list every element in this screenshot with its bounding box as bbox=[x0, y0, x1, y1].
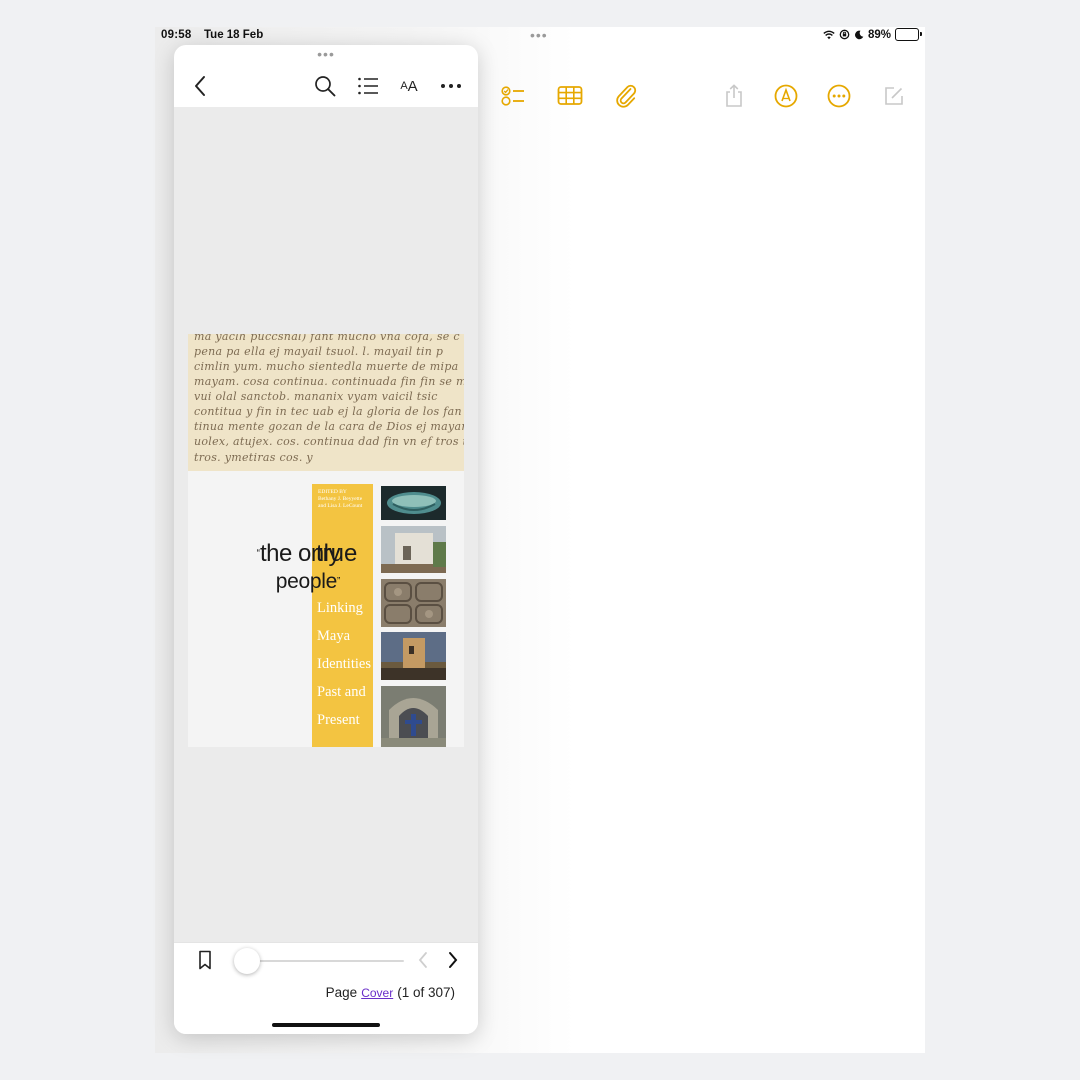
chevron-left-icon bbox=[418, 952, 427, 968]
manuscript-line: uolex, atujex. cos. continua dad fin vn … bbox=[194, 435, 464, 448]
wifi-icon bbox=[823, 30, 835, 39]
ellipsis-icon bbox=[441, 84, 461, 88]
cover-photo-bowl bbox=[381, 486, 446, 520]
reader-footer: Page Cover (1 of 307) bbox=[174, 942, 478, 1034]
more-icon[interactable] bbox=[825, 82, 853, 110]
panel-grabber[interactable]: ••• bbox=[174, 47, 478, 61]
cover-title-people: people bbox=[275, 570, 338, 593]
book-page-viewport[interactable]: ma yaclh puccsnal) fant mucho vna cofa, … bbox=[174, 107, 478, 943]
text-size-big-a: A bbox=[407, 77, 418, 95]
table-icon[interactable] bbox=[556, 82, 584, 110]
text-size-button[interactable]: AA bbox=[396, 71, 422, 101]
page-link-cover[interactable]: Cover bbox=[361, 986, 393, 1000]
book-reader-panel: ••• AA ma yaclh puccsnal) fant mucho vna… bbox=[174, 45, 478, 1034]
manuscript-line: pena pa ella ej mayail tsuol. l. mayail … bbox=[194, 345, 444, 358]
subtitle-word: Present bbox=[317, 712, 360, 728]
cover-photo-building bbox=[381, 526, 446, 573]
cover-title-line1: the only bbox=[259, 540, 341, 567]
multitasking-dots[interactable]: ••• bbox=[530, 27, 548, 43]
status-time: 09:58 bbox=[161, 29, 192, 41]
status-date: Tue 18 Feb bbox=[204, 29, 264, 41]
cover-photo-chapel bbox=[381, 686, 446, 747]
subtitle-word: Linking bbox=[317, 600, 363, 616]
subtitle-word: Past and bbox=[317, 684, 366, 700]
cover-title-line2: people” bbox=[214, 569, 341, 594]
cover-editors: EDITED BY Bethany J. Beyyette and Lisa J… bbox=[318, 489, 363, 509]
status-indicators: 89% bbox=[823, 28, 922, 41]
manuscript-line: cimlin yum. mucho sientedla muerte de mi… bbox=[194, 360, 459, 373]
page-indicator: Page Cover (1 of 307) bbox=[326, 985, 455, 1000]
bookmark-icon bbox=[199, 950, 211, 970]
attachment-icon[interactable] bbox=[612, 82, 640, 110]
manuscript-line: mayam. cosa continua. continuada fin fin… bbox=[194, 375, 464, 388]
battery-icon bbox=[895, 28, 922, 41]
manuscript-line: vui olal sanctob. mananix vyam vaicil ts… bbox=[194, 390, 438, 403]
list-icon bbox=[358, 77, 378, 95]
cover-photo-glyphs bbox=[381, 579, 446, 627]
subtitle-word: Identities bbox=[317, 656, 371, 672]
back-button[interactable] bbox=[188, 71, 212, 101]
manuscript-line: contitua y fin in tec uab ej la gloria d… bbox=[194, 405, 462, 418]
cover-yellow-band: EDITED BY Bethany J. Beyyette and Lisa J… bbox=[312, 484, 373, 747]
markup-icon[interactable] bbox=[772, 82, 800, 110]
cover-photo-ruin bbox=[381, 632, 446, 680]
book-cover: ma yaclh puccsnal) fant mucho vna cofa, … bbox=[188, 334, 464, 747]
moon-icon bbox=[855, 30, 864, 39]
share-icon bbox=[720, 82, 748, 110]
reader-more-button[interactable] bbox=[438, 71, 464, 101]
text-size-small-a: A bbox=[400, 80, 408, 92]
next-page-button[interactable] bbox=[448, 951, 458, 974]
manuscript-line: ma yaclh puccsnal) fant mucho vna cofa, … bbox=[194, 334, 460, 343]
cover-subtitle: Linking Maya Identities Past and Present bbox=[317, 594, 373, 734]
manuscript-line: tros. ymetiras cos. y bbox=[194, 451, 313, 464]
manuscript-line: tinua mente gozan de la cara de Dios ej … bbox=[194, 420, 464, 433]
page-slider-knob[interactable] bbox=[234, 948, 260, 974]
manuscript-image: ma yaclh puccsnal) fant mucho vna cofa, … bbox=[188, 334, 464, 471]
contents-button[interactable] bbox=[355, 71, 381, 101]
orientation-lock-icon bbox=[839, 29, 850, 40]
cover-title: “the only people” bbox=[214, 540, 341, 594]
chevron-right-icon bbox=[449, 952, 458, 968]
page-slider-track[interactable] bbox=[236, 960, 404, 962]
compose-icon bbox=[880, 82, 908, 110]
page-count: (1 of 307) bbox=[397, 985, 455, 1000]
previous-page-button[interactable] bbox=[418, 951, 428, 974]
checklist-icon[interactable] bbox=[499, 82, 527, 110]
search-button[interactable] bbox=[312, 71, 338, 101]
reader-toolbar: AA bbox=[174, 65, 478, 108]
bookmark-button[interactable] bbox=[198, 950, 212, 975]
search-icon bbox=[315, 76, 336, 97]
page-label: Page bbox=[325, 985, 358, 1000]
chevron-left-icon bbox=[195, 76, 205, 96]
home-indicator[interactable] bbox=[272, 1023, 380, 1027]
subtitle-word: Maya bbox=[317, 628, 351, 644]
title-close-quote: ” bbox=[336, 576, 340, 587]
status-bar: 09:58 Tue 18 Feb ••• 89% bbox=[155, 27, 925, 45]
battery-percent: 89% bbox=[867, 28, 891, 41]
